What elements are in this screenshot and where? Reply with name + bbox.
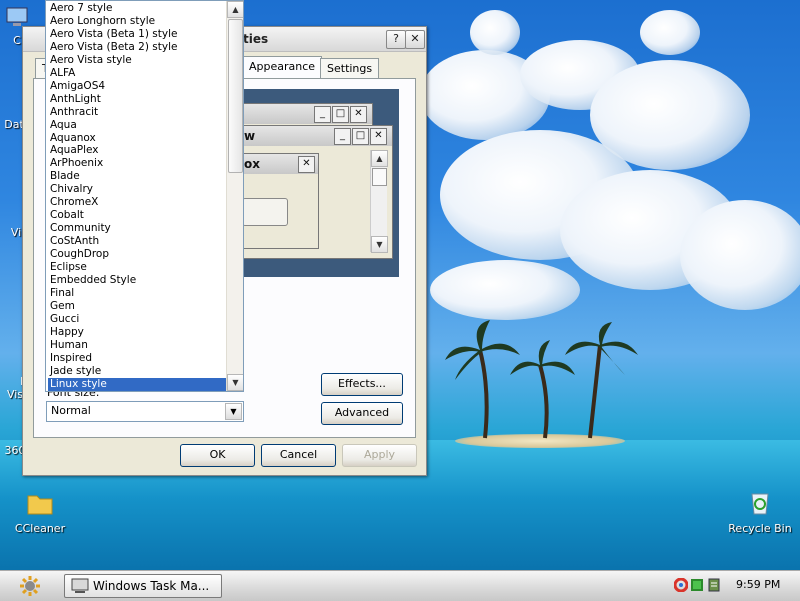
tab-settings[interactable]: Settings — [320, 58, 380, 79]
style-list-item[interactable]: ChromeX — [48, 196, 228, 209]
list-scrollbar[interactable]: ▲ ▼ — [226, 1, 243, 391]
task-manager-icon — [71, 578, 89, 593]
style-list-item[interactable]: Aqua — [48, 119, 228, 132]
window-style-dropdown-list[interactable]: Aero 7 style Aero Longhorn style Aero Vist… — [45, 0, 244, 392]
clock: 9:59 PM — [736, 578, 781, 591]
preview-scrollbar: ▲ ▼ — [370, 150, 388, 253]
cloud — [470, 10, 520, 55]
scroll-thumb[interactable] — [228, 19, 243, 173]
help-button[interactable]: ? — [386, 30, 406, 49]
style-list-item[interactable]: ArPhoenix — [48, 157, 228, 170]
scroll-down-icon: ▼ — [371, 236, 388, 253]
style-list-item[interactable]: Inspired — [48, 352, 228, 365]
effects-button[interactable]: Effects... — [321, 373, 403, 396]
style-list-item[interactable]: Eclipse — [48, 261, 228, 274]
desktop-icon-recycle-bin[interactable]: Recycle Bin — [722, 488, 798, 535]
cloud — [640, 10, 700, 55]
preview-window-title: ox — [244, 157, 260, 171]
preview-titlebar: w _ □ ✕ — [242, 126, 392, 146]
style-list-item[interactable]: Linux style — [48, 377, 228, 391]
updates-icon[interactable] — [706, 577, 722, 593]
taskbar: Windows Task Ma... 9:59 PM — [0, 570, 800, 601]
style-list-item[interactable]: Aero Vista style — [48, 54, 228, 67]
network-icon[interactable] — [690, 578, 704, 592]
close-button[interactable]: ✕ — [405, 30, 425, 49]
computer-icon — [6, 7, 28, 26]
system-tray: 9:59 PM — [668, 574, 788, 596]
cancel-button[interactable]: Cancel — [261, 444, 336, 467]
style-list-item[interactable]: Blade — [48, 170, 228, 183]
style-list-item[interactable]: Community — [48, 222, 228, 235]
style-list-item[interactable]: Chivalry — [48, 183, 228, 196]
style-list-item[interactable]: Jade style — [48, 365, 228, 378]
scroll-down-icon[interactable]: ▼ — [227, 374, 243, 391]
start-button[interactable] — [14, 574, 46, 598]
preview-message-box: ox ✕ — [241, 153, 319, 249]
ok-button[interactable]: OK — [180, 444, 255, 467]
cloud — [680, 200, 800, 310]
maximize-icon: □ — [332, 106, 349, 123]
tab-label: Settings — [327, 62, 373, 75]
advanced-button[interactable]: Advanced — [321, 402, 403, 425]
dialog-title: ties — [243, 32, 269, 46]
preview-ok-button — [242, 198, 288, 226]
style-list-item[interactable]: Aero Longhorn style — [48, 15, 228, 28]
desktop-icon-label: Recycle Bin — [728, 522, 792, 535]
task-button-label: Windows Task Ma... — [93, 579, 210, 593]
style-list-item[interactable]: Anthracit — [48, 106, 228, 119]
style-list-item[interactable]: ALFA — [48, 67, 228, 80]
close-icon: ✕ — [370, 128, 387, 145]
desktop-icon-label: C — [13, 34, 21, 47]
font-size-select[interactable]: Normal ▼ — [46, 401, 244, 422]
close-icon: ✕ — [350, 106, 367, 123]
desktop-icon-label: CCleaner — [14, 522, 66, 535]
desktop-icon-ccleaner[interactable]: CCleaner — [8, 490, 72, 535]
chevron-down-icon[interactable]: ▼ — [225, 403, 242, 420]
folder-icon — [27, 495, 53, 515]
apply-button[interactable]: Apply — [342, 444, 417, 467]
style-list-item[interactable]: Embedded Style — [48, 274, 228, 287]
style-list-item[interactable]: AnthLight — [48, 93, 228, 106]
appearance-preview: _ □ ✕ w _ □ ✕ ▲ ▼ ox ✕ — [241, 89, 399, 277]
tab-appearance[interactable]: Appearance — [242, 56, 323, 80]
style-list-item[interactable]: AmigaOS4 — [48, 80, 228, 93]
style-list-item[interactable]: CoughDrop — [48, 248, 228, 261]
taskbar-task-manager-button[interactable]: Windows Task Ma... — [64, 574, 222, 598]
style-list-item[interactable]: Gem — [48, 300, 228, 313]
font-size-value: Normal — [51, 404, 91, 417]
preview-titlebar: ox ✕ — [242, 154, 318, 174]
style-list-item[interactable]: CoStAnth — [48, 235, 228, 248]
style-list-item[interactable]: Human — [48, 339, 228, 352]
preview-scroll-thumb — [372, 168, 387, 186]
security-icon[interactable] — [674, 578, 688, 592]
scroll-up-icon: ▲ — [371, 150, 388, 167]
palm-trees — [445, 320, 638, 439]
preview-titlebar: _ □ ✕ — [242, 104, 372, 124]
close-icon: ✕ — [298, 156, 315, 173]
style-list-item[interactable]: AquaPlex — [48, 144, 228, 157]
cloud — [430, 260, 580, 320]
style-list-item[interactable]: Aquanox — [48, 132, 228, 145]
style-list-item[interactable]: Aero 7 style — [48, 2, 228, 15]
style-list-item[interactable]: Aero Vista (Beta 2) style — [48, 41, 228, 54]
style-list-item[interactable]: Final — [48, 287, 228, 300]
style-list-item[interactable]: Aero Vista (Beta 1) style — [48, 28, 228, 41]
tab-label: Appearance — [249, 60, 316, 73]
scroll-up-icon[interactable]: ▲ — [227, 1, 243, 18]
recycle-bin-icon — [751, 493, 769, 515]
desktop-icon-label: Dat — [4, 118, 24, 131]
style-list-item[interactable]: Cobalt — [48, 209, 228, 222]
minimize-icon: _ — [334, 128, 351, 145]
start-icon — [20, 576, 40, 596]
minimize-icon: _ — [314, 106, 331, 123]
style-list-item[interactable]: Happy — [48, 326, 228, 339]
maximize-icon: □ — [352, 128, 369, 145]
style-list-item[interactable]: Gucci — [48, 313, 228, 326]
preview-window-title: w — [244, 129, 256, 143]
